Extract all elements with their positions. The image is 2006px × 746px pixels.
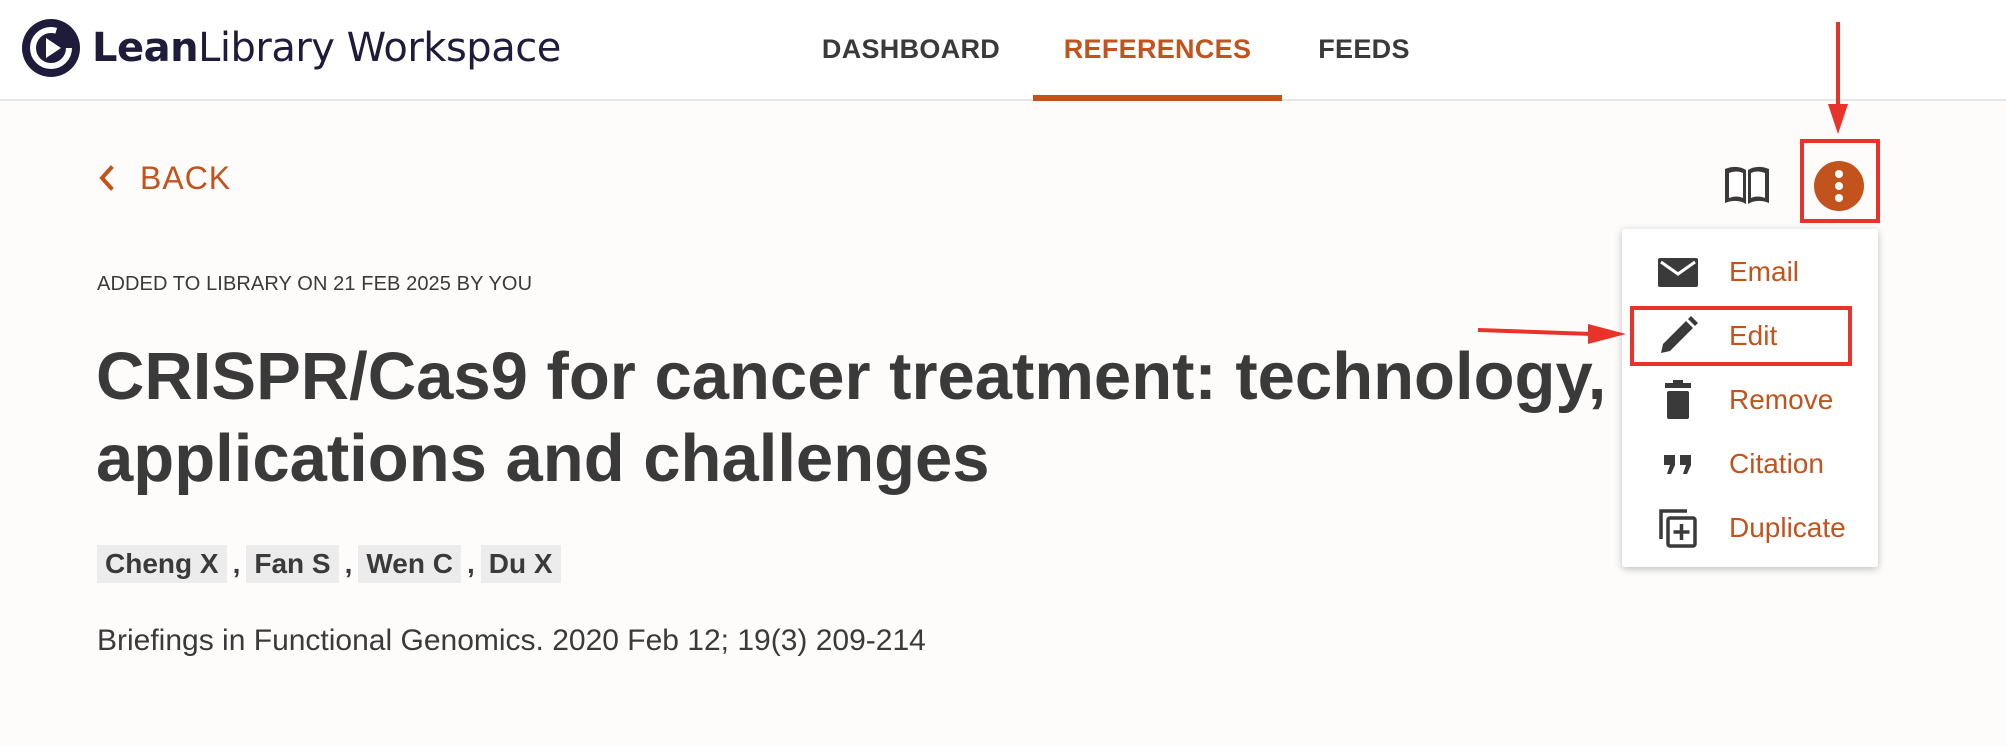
menu-item-email[interactable]: Email [1622, 240, 1878, 304]
more-options-menu: Email Edit Remove Citation Duplicate [1622, 229, 1878, 567]
reference-title-line-1: CRISPR/Cas9 for cancer treatment: techno… [96, 339, 1656, 414]
author-chip[interactable]: Wen C [358, 545, 461, 583]
chevron-left-icon [99, 165, 114, 191]
menu-item-duplicate[interactable]: Duplicate [1622, 496, 1878, 560]
tab-feeds[interactable]: FEEDS [1300, 0, 1428, 99]
tab-dashboard[interactable]: DASHBOARD [808, 0, 1014, 99]
author-chip[interactable]: Fan S [246, 545, 339, 583]
reference-title: CRISPR/Cas9 for cancer treatment: techno… [96, 336, 1656, 500]
menu-item-citation[interactable]: Citation [1622, 432, 1878, 496]
author-separator: , [466, 548, 475, 579]
author-separator: , [344, 548, 353, 579]
author-chip[interactable]: Cheng X [97, 545, 227, 583]
menu-item-label: Duplicate [1729, 512, 1846, 543]
reference-title-line-2: applications and challenges [96, 421, 990, 496]
arrow-right-to-edit [1477, 328, 1593, 336]
menu-item-remove[interactable]: Remove [1622, 368, 1878, 432]
arrowhead-down [1828, 104, 1848, 134]
added-to-library-text: ADDED TO LIBRARY ON 21 FEB 2025 BY YOU [97, 273, 533, 295]
tab-references[interactable]: REFERENCES [1033, 0, 1282, 101]
app-window: LeanLibrary Workspace DASHBOARD REFERENC… [0, 0, 2006, 746]
author-separator: , [232, 548, 241, 579]
journal-citation: Briefings in Functional Genomics. 2020 F… [97, 624, 926, 657]
author-chip[interactable]: Du X [480, 545, 561, 583]
back-button[interactable]: BACK [96, 155, 231, 201]
author-list: Cheng X , Fan S , Wen C , Du X [97, 545, 561, 583]
main-nav: DASHBOARD REFERENCES FEEDS [0, 0, 2006, 101]
highlight-box-more-options [1800, 139, 1880, 223]
duplicate-icon [1656, 506, 1700, 550]
book-open-icon[interactable] [1722, 160, 1772, 210]
menu-item-label: Remove [1729, 384, 1834, 415]
menu-item-label: Email [1729, 256, 1800, 287]
email-icon [1656, 250, 1700, 294]
highlight-box-edit [1630, 306, 1852, 366]
top-header: LeanLibrary Workspace DASHBOARD REFERENC… [0, 0, 2006, 101]
menu-item-label: Citation [1729, 448, 1824, 479]
trash-icon [1656, 378, 1700, 422]
quote-icon [1656, 442, 1700, 486]
back-label: BACK [140, 159, 232, 196]
